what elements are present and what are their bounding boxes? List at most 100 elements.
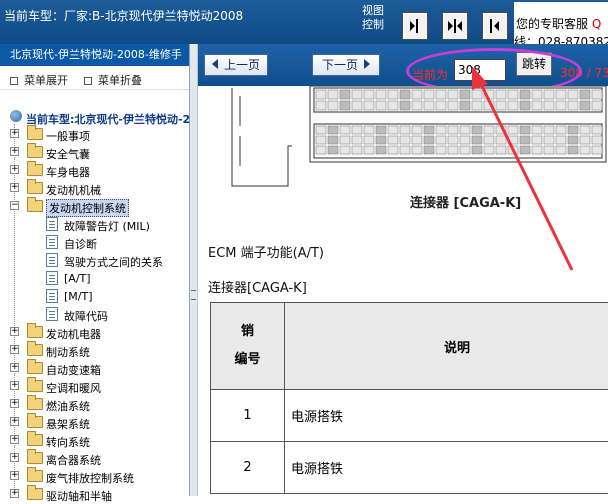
connector-pin xyxy=(592,146,602,154)
connector-pin xyxy=(460,90,470,99)
connector-pin xyxy=(436,90,446,99)
folder-icon xyxy=(27,434,43,446)
tree-folder-item[interactable]: +转向系统 xyxy=(0,432,190,450)
header-description: 说明 xyxy=(285,303,608,390)
folder-icon xyxy=(27,182,43,194)
header-pin: 销 编号 xyxy=(211,303,285,390)
connector-pin xyxy=(388,101,398,110)
arrow-left-icon xyxy=(212,59,218,69)
panel-splitter[interactable] xyxy=(190,44,198,496)
tree-root[interactable]: 当前车型:北京现代-伊兰特悦动-2008 xyxy=(26,111,213,127)
tree-doc-item[interactable]: 自诊断 xyxy=(0,234,190,252)
menu-expand-button[interactable]: 菜单展开 xyxy=(10,72,68,88)
expand-toggle-icon[interactable]: + xyxy=(10,363,19,372)
document-icon xyxy=(46,217,58,231)
expand-toggle-icon[interactable]: + xyxy=(10,489,19,498)
tree-item-label: 离合器系统 xyxy=(46,452,101,468)
collapse-icon xyxy=(84,77,92,85)
expand-toggle-icon[interactable]: + xyxy=(10,453,19,462)
tree-folder-item[interactable]: +安全气囊 xyxy=(0,144,190,162)
expand-toggle-icon[interactable]: + xyxy=(10,417,19,426)
connector-pin xyxy=(316,90,326,99)
expand-toggle-icon[interactable]: + xyxy=(10,327,19,336)
connector-pin xyxy=(328,90,338,99)
connector-pin xyxy=(484,101,494,110)
expand-toggle-icon[interactable]: + xyxy=(10,183,19,192)
view-control-label: 视图 控制 xyxy=(362,4,390,32)
top-header: 当前车型：厂家:B-北京现代伊兰特悦动2008 视图 控制 您的专职客服 Q 线… xyxy=(0,0,608,44)
connector-title: 连接器[CAGA-K] xyxy=(208,277,307,296)
tree-folder-item[interactable]: + 废气排放控制系统 xyxy=(0,468,190,486)
tree-folder-item[interactable]: + 离合器系统 xyxy=(0,450,190,468)
connector-pin xyxy=(436,136,446,144)
service-qq-link[interactable]: Q xyxy=(592,17,601,31)
prev-page-button[interactable]: 上一页 xyxy=(204,54,268,76)
tree-folder-item[interactable]: +发动机电器 xyxy=(0,324,190,342)
expand-toggle-icon[interactable]: + xyxy=(10,147,19,156)
tree-item-label: 制动系统 xyxy=(46,344,90,360)
first-page-icon[interactable] xyxy=(482,12,508,40)
connector-pin xyxy=(424,90,434,99)
folder-icon xyxy=(27,380,43,392)
tree-doc-item[interactable]: 驾驶方式之间的关系 xyxy=(0,252,190,270)
connector-pin xyxy=(484,146,494,154)
tree-folder-item[interactable]: + 制动系统 xyxy=(0,342,190,360)
connector-pin xyxy=(424,126,434,134)
expand-toggle-icon[interactable]: + xyxy=(10,471,19,480)
expand-toggle-icon[interactable]: + xyxy=(10,345,19,354)
tree-folder-item[interactable]: −发动机控制系统 xyxy=(0,198,190,216)
expand-toggle-icon[interactable]: + xyxy=(10,399,19,408)
next-page-button[interactable]: 下一页 xyxy=(312,54,380,76)
tree-item-label: 驾驶方式之间的关系 xyxy=(64,254,163,270)
split-view-icon[interactable] xyxy=(442,12,468,40)
pin-number: 1 xyxy=(211,390,285,442)
tree-folder-item[interactable]: +燃油系统 xyxy=(0,396,190,414)
tree-folder-item[interactable]: +一般事项 xyxy=(0,126,190,144)
expand-toggle-icon[interactable]: + xyxy=(10,165,19,174)
connector-pin xyxy=(484,126,494,134)
connector-pin xyxy=(472,101,482,110)
tree-folder-item[interactable]: + 发动机机械 xyxy=(0,180,190,198)
tree-item-label: 发动机机械 xyxy=(46,182,101,198)
connector-pin xyxy=(496,101,506,110)
expand-toggle-icon[interactable]: + xyxy=(10,381,19,390)
connector-pin xyxy=(376,146,386,154)
tree-folder-item[interactable]: +空调和暖风 xyxy=(0,378,190,396)
tree-folder-item[interactable]: +驱动轴和半轴 xyxy=(0,486,190,504)
connector-pin xyxy=(460,136,470,144)
menu-collapse-button[interactable]: 菜单折叠 xyxy=(84,72,142,88)
tree-folder-item[interactable]: +自动变速箱 xyxy=(0,360,190,378)
tree-item-label: 悬架系统 xyxy=(46,416,90,432)
collapse-toggle-icon[interactable]: − xyxy=(10,201,19,210)
connector-pin xyxy=(448,136,458,144)
tree-folder-item[interactable]: + 悬架系统 xyxy=(0,414,190,432)
connector-pin xyxy=(472,136,482,144)
tree-doc-item[interactable]: [M/T] xyxy=(0,288,190,306)
connector-pin xyxy=(580,146,590,154)
expand-toggle-icon[interactable]: + xyxy=(10,435,19,444)
connector-pin xyxy=(532,146,542,154)
connector-pin xyxy=(316,136,326,144)
connector-pin xyxy=(424,146,434,154)
tree-folder-item[interactable]: +车身电器 xyxy=(0,162,190,180)
connector-pin xyxy=(508,136,518,144)
connector-pin xyxy=(496,136,506,144)
connector-pin xyxy=(556,126,566,134)
connector-pin xyxy=(472,126,482,134)
splitter-grip-icon[interactable] xyxy=(191,290,196,300)
tree-doc-item[interactable]: 故障警告灯 (MIL) xyxy=(0,216,190,234)
connector-pin xyxy=(352,146,362,154)
pin-description: 电源搭铁 xyxy=(285,390,608,442)
tree-doc-item[interactable]: 故障代码 xyxy=(0,306,190,324)
connector-pin xyxy=(520,136,530,144)
connector-pin xyxy=(424,136,434,144)
connector-pin xyxy=(520,146,530,154)
tree-item-label: 废气排放控制系统 xyxy=(46,470,134,486)
connector-pin xyxy=(328,126,338,134)
connector-pin xyxy=(484,90,494,99)
connector-pin xyxy=(532,101,542,110)
tree-item-label: [M/T] xyxy=(64,290,93,303)
last-page-icon[interactable] xyxy=(402,12,428,40)
tree-doc-item[interactable]: [A/T] xyxy=(0,270,190,288)
expand-toggle-icon[interactable]: + xyxy=(10,129,19,138)
